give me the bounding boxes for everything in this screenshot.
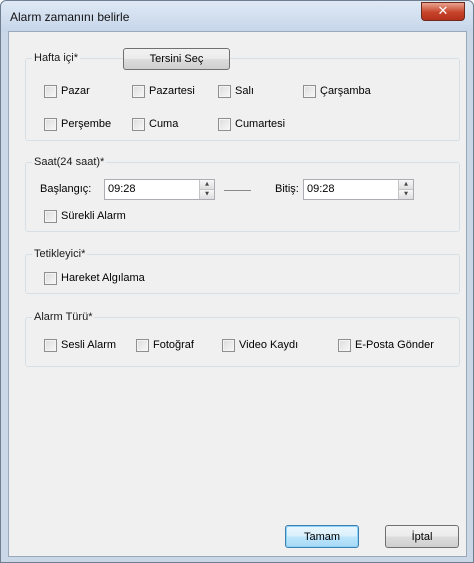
end-time-value: 09:28: [307, 183, 335, 195]
close-button[interactable]: ✕: [421, 2, 465, 21]
alarm-type-sound-checkbox[interactable]: Sesli Alarm: [44, 338, 116, 352]
checkbox-box[interactable]: [338, 338, 351, 352]
invert-selection-button[interactable]: Tersini Seç: [123, 48, 230, 70]
spin-down-icon[interactable]: ▼: [399, 190, 413, 199]
day-label: Pazar: [61, 85, 90, 97]
alarm-type-label: E-Posta Gönder: [355, 339, 434, 351]
spin-up-icon[interactable]: ▲: [200, 180, 214, 190]
checkbox-box[interactable]: [132, 117, 145, 131]
alarm-type-video-checkbox[interactable]: Video Kaydı: [222, 338, 298, 352]
trigger-group-label: Tetikleyici*: [32, 248, 88, 261]
checkbox-box[interactable]: [222, 338, 235, 352]
alarm-type-label: Sesli Alarm: [61, 339, 117, 351]
spin-up-icon[interactable]: ▲: [399, 180, 413, 190]
spin-down-icon[interactable]: ▼: [200, 190, 214, 199]
close-icon: ✕: [437, 4, 449, 19]
cancel-button-label: İptal: [411, 530, 433, 543]
checkbox-box[interactable]: [132, 84, 145, 98]
time-group-label: Saat(24 saat)*: [32, 156, 107, 169]
continuous-alarm-checkbox[interactable]: Sürekli Alarm: [44, 209, 126, 223]
day-checkbox-cuma[interactable]: Cuma: [132, 117, 178, 131]
motion-detection-label: Hareket Algılama: [61, 272, 145, 284]
start-time-input[interactable]: 09:28 ▲ ▼: [104, 179, 215, 200]
start-time-spinner[interactable]: ▲ ▼: [199, 180, 214, 199]
continuous-alarm-label: Sürekli Alarm: [61, 210, 126, 222]
invert-selection-label: Tersini Seç: [149, 53, 204, 65]
end-time-input[interactable]: 09:28 ▲ ▼: [303, 179, 414, 200]
alarm-dialog-window: Alarm zamanını belirle ✕ Hafta içi* Ters…: [0, 0, 474, 563]
start-time-label: Başlangıç:: [40, 183, 92, 195]
day-checkbox-pazar[interactable]: Pazar: [44, 84, 90, 98]
checkbox-box[interactable]: [44, 117, 57, 131]
day-label: Cuma: [149, 118, 179, 130]
day-label: Pazartesi: [149, 85, 195, 97]
day-label: Cumartesi: [235, 118, 286, 130]
ok-button-label: Tamam: [303, 530, 341, 543]
day-label: Çarşamba: [320, 85, 371, 97]
end-time-label: Bitiş:: [275, 183, 299, 195]
alarm-type-label: Video Kaydı: [239, 339, 299, 351]
checkbox-box[interactable]: [303, 84, 316, 98]
checkbox-box[interactable]: [218, 117, 231, 131]
day-checkbox-pazartesi[interactable]: Pazartesi: [132, 84, 195, 98]
cancel-button[interactable]: İptal: [385, 525, 459, 548]
ok-button[interactable]: Tamam: [285, 525, 359, 548]
start-time-value: 09:28: [108, 183, 136, 195]
checkbox-box[interactable]: [44, 338, 57, 352]
day-checkbox-persembe[interactable]: Perşembe: [44, 117, 111, 131]
title-bar[interactable]: Alarm zamanını belirle ✕: [1, 1, 473, 31]
dialog-client-area: Hafta içi* Tersini Seç Pazar Pazartesi S…: [8, 31, 467, 557]
alarm-type-label: Fotoğraf: [153, 339, 194, 351]
end-time-spinner[interactable]: ▲ ▼: [398, 180, 413, 199]
motion-detection-checkbox[interactable]: Hareket Algılama: [44, 271, 145, 285]
checkbox-box[interactable]: [44, 84, 57, 98]
day-checkbox-cumartesi[interactable]: Cumartesi: [218, 117, 285, 131]
time-range-separator: [224, 190, 251, 191]
checkbox-box[interactable]: [218, 84, 231, 98]
window-title: Alarm zamanını belirle: [10, 10, 130, 24]
day-checkbox-carsamba[interactable]: Çarşamba: [303, 84, 371, 98]
day-label: Salı: [235, 85, 254, 97]
alarm-type-photo-checkbox[interactable]: Fotoğraf: [136, 338, 194, 352]
checkbox-box[interactable]: [44, 209, 57, 223]
checkbox-box[interactable]: [44, 271, 57, 285]
alarm-type-email-checkbox[interactable]: E-Posta Gönder: [338, 338, 434, 352]
day-label: Perşembe: [61, 118, 112, 130]
alarm-type-group-label: Alarm Türü*: [32, 311, 95, 324]
day-checkbox-sali[interactable]: Salı: [218, 84, 254, 98]
weekdays-group-label: Hafta içi*: [32, 52, 81, 65]
checkbox-box[interactable]: [136, 338, 149, 352]
